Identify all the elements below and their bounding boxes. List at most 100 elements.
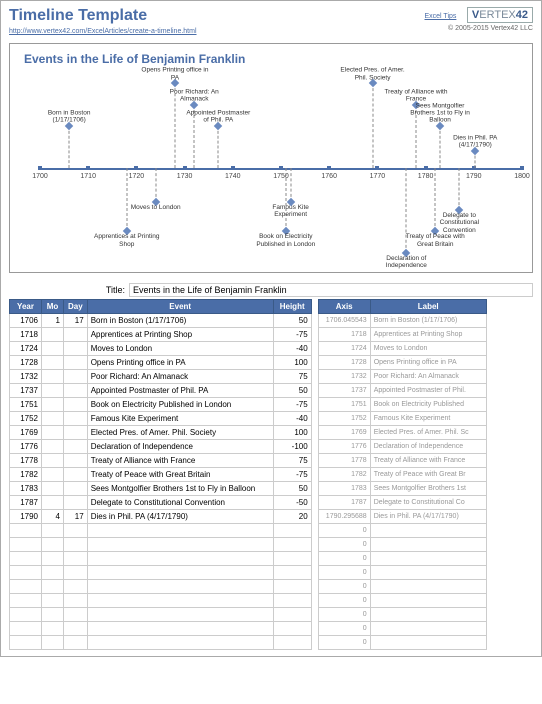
- cell-year[interactable]: 1778: [10, 454, 42, 468]
- cell-event[interactable]: Sees Montgolfier Brothers 1st to Fly in …: [87, 482, 273, 496]
- excel-tips-link[interactable]: Excel Tips: [425, 13, 457, 20]
- cell-mo[interactable]: 4: [42, 510, 64, 524]
- cell-year[interactable]: 1790: [10, 510, 42, 524]
- table-row[interactable]: 1737 Appointed Postmaster of Phil. PA50: [10, 384, 312, 398]
- table-row[interactable]: 1783 Sees Montgolfier Brothers 1st to Fly…: [10, 482, 312, 496]
- cell-mo[interactable]: [42, 370, 64, 384]
- table-row[interactable]: [10, 622, 312, 636]
- timeline-chart[interactable]: Events in the Life of Benjamin Franklin …: [9, 43, 533, 273]
- cell-mo[interactable]: [42, 454, 64, 468]
- cell-day[interactable]: [64, 412, 88, 426]
- cell-day[interactable]: [64, 356, 88, 370]
- cell-event[interactable]: Elected Pres. of Amer. Phil. Society: [87, 426, 273, 440]
- cell-height[interactable]: 75: [273, 370, 311, 384]
- cell-mo[interactable]: [42, 384, 64, 398]
- cell-mo[interactable]: [42, 468, 64, 482]
- table-row[interactable]: [10, 566, 312, 580]
- cell-event[interactable]: Book on Electricity Published in London: [87, 398, 273, 412]
- table-row[interactable]: 1732 Poor Richard: An Almanack75: [10, 370, 312, 384]
- cell-year[interactable]: 1782: [10, 468, 42, 482]
- cell-year[interactable]: 1751: [10, 398, 42, 412]
- cell-mo[interactable]: [42, 328, 64, 342]
- cell-year[interactable]: 1728: [10, 356, 42, 370]
- cell-height[interactable]: -75: [273, 468, 311, 482]
- cell-mo[interactable]: 1: [42, 314, 64, 328]
- cell-year[interactable]: 1776: [10, 440, 42, 454]
- cell-height[interactable]: -100: [273, 440, 311, 454]
- table-row[interactable]: 1778Treaty of Alliance with France75: [10, 454, 312, 468]
- table-row[interactable]: 1724 Moves to London-40: [10, 342, 312, 356]
- cell-event[interactable]: Appointed Postmaster of Phil. PA: [87, 384, 273, 398]
- cell-day[interactable]: [64, 328, 88, 342]
- cell-mo[interactable]: [42, 440, 64, 454]
- cell-day[interactable]: [64, 384, 88, 398]
- cell-height[interactable]: -75: [273, 398, 311, 412]
- cell-height[interactable]: -75: [273, 328, 311, 342]
- cell-height[interactable]: 50: [273, 482, 311, 496]
- cell-day[interactable]: 17: [64, 510, 88, 524]
- cell-day[interactable]: 17: [64, 314, 88, 328]
- cell-event[interactable]: Moves to London: [87, 342, 273, 356]
- table-row[interactable]: [10, 594, 312, 608]
- cell-event[interactable]: Declaration of Independence: [87, 440, 273, 454]
- cell-height[interactable]: 50: [273, 384, 311, 398]
- table-row[interactable]: [10, 608, 312, 622]
- cell-event[interactable]: Apprentices at Printing Shop: [87, 328, 273, 342]
- cell-height[interactable]: -40: [273, 412, 311, 426]
- table-row[interactable]: 1790417Dies in Phil. PA (4/17/1790)20: [10, 510, 312, 524]
- cell-height[interactable]: -50: [273, 496, 311, 510]
- cell-day[interactable]: [64, 496, 88, 510]
- cell-year[interactable]: 1724: [10, 342, 42, 356]
- cell-height[interactable]: -40: [273, 342, 311, 356]
- cell-day[interactable]: [64, 426, 88, 440]
- table-row[interactable]: [10, 524, 312, 538]
- title-input-cell[interactable]: Events in the Life of Benjamin Franklin: [129, 283, 533, 297]
- cell-height[interactable]: 50: [273, 314, 311, 328]
- cell-mo[interactable]: [42, 426, 64, 440]
- cell-year[interactable]: 1732: [10, 370, 42, 384]
- cell-day[interactable]: [64, 468, 88, 482]
- table-row[interactable]: 1751 Book on Electricity Published in Lon…: [10, 398, 312, 412]
- cell-day[interactable]: [64, 398, 88, 412]
- cell-event[interactable]: Treaty of Peace with Great Britain: [87, 468, 273, 482]
- cell-height[interactable]: 20: [273, 510, 311, 524]
- cell-mo[interactable]: [42, 398, 64, 412]
- cell-mo[interactable]: [42, 356, 64, 370]
- table-row[interactable]: 1728 Opens Printing office in PA100: [10, 356, 312, 370]
- cell-mo[interactable]: [42, 496, 64, 510]
- table-row[interactable]: 1787 Delegate to Constitutional Conventio…: [10, 496, 312, 510]
- source-link[interactable]: http://www.vertex42.com/ExcelArticles/cr…: [9, 28, 197, 35]
- cell-event[interactable]: Poor Richard: An Almanack: [87, 370, 273, 384]
- cell-mo[interactable]: [42, 412, 64, 426]
- cell-year[interactable]: 1769: [10, 426, 42, 440]
- cell-event[interactable]: Dies in Phil. PA (4/17/1790): [87, 510, 273, 524]
- table-row[interactable]: 1782 Treaty of Peace with Great Britain-7…: [10, 468, 312, 482]
- cell-day[interactable]: [64, 440, 88, 454]
- cell-year[interactable]: 1752: [10, 412, 42, 426]
- table-row[interactable]: [10, 636, 312, 650]
- cell-event[interactable]: Opens Printing office in PA: [87, 356, 273, 370]
- cell-event[interactable]: Treaty of Alliance with France: [87, 454, 273, 468]
- table-row[interactable]: 1752 Famous Kite Experiment-40: [10, 412, 312, 426]
- table-row[interactable]: 1776 Declaration of Independence-100: [10, 440, 312, 454]
- cell-year[interactable]: 1737: [10, 384, 42, 398]
- cell-height[interactable]: 100: [273, 356, 311, 370]
- table-row[interactable]: 1718 Apprentices at Printing Shop-75: [10, 328, 312, 342]
- cell-year[interactable]: 1718: [10, 328, 42, 342]
- cell-event[interactable]: Delegate to Constitutional Convention: [87, 496, 273, 510]
- cell-day[interactable]: [64, 370, 88, 384]
- cell-year[interactable]: 1783: [10, 482, 42, 496]
- cell-year[interactable]: 1787: [10, 496, 42, 510]
- cell-height[interactable]: 100: [273, 426, 311, 440]
- cell-year[interactable]: 1706: [10, 314, 42, 328]
- table-row[interactable]: [10, 538, 312, 552]
- table-row[interactable]: [10, 580, 312, 594]
- table-row[interactable]: [10, 552, 312, 566]
- cell-day[interactable]: [64, 482, 88, 496]
- cell-event[interactable]: Famous Kite Experiment: [87, 412, 273, 426]
- cell-day[interactable]: [64, 454, 88, 468]
- cell-event[interactable]: Born in Boston (1/17/1706): [87, 314, 273, 328]
- events-table[interactable]: Year Mo Day Event Height 1706117Born in …: [9, 299, 312, 650]
- cell-mo[interactable]: [42, 342, 64, 356]
- table-row[interactable]: 1706117Born in Boston (1/17/1706)50: [10, 314, 312, 328]
